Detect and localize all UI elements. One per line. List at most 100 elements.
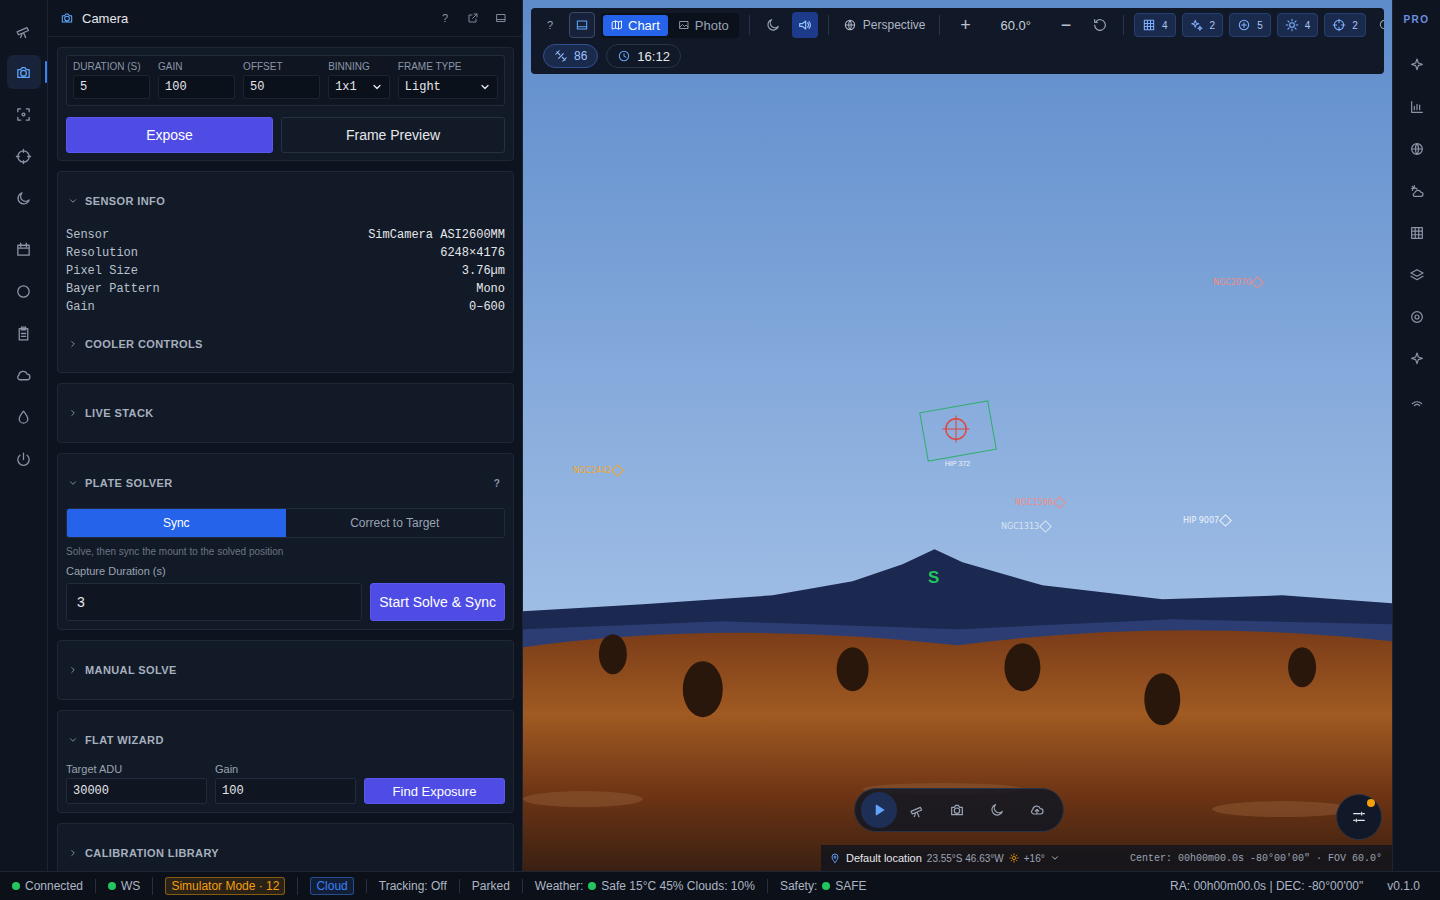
rail-button[interactable]: [7, 274, 41, 308]
clock-icon: [617, 49, 631, 63]
start-solve-button[interactable]: Start Solve & Sync: [370, 583, 505, 621]
text-field[interactable]: 100: [158, 75, 235, 99]
reset-icon: [1092, 17, 1108, 33]
expose-button[interactable]: Expose: [66, 117, 273, 153]
manual-solve-card: MANUAL SOLVE: [57, 640, 514, 700]
rail-button[interactable]: [1400, 132, 1434, 166]
reset-view-button[interactable]: [1087, 12, 1113, 38]
select-field[interactable]: 1x1: [328, 75, 390, 99]
solve-mode-option[interactable]: Correct to Target: [286, 509, 505, 537]
sensor-info-row: Gain0–600: [66, 298, 505, 316]
map-icon: [611, 19, 623, 31]
left-rail: [0, 0, 48, 871]
frame-preview-button[interactable]: Frame Preview: [281, 117, 505, 153]
telescope-reticle: HIP 372: [921, 402, 997, 472]
section-header[interactable]: COOLER CONTROLS: [66, 316, 505, 372]
rail-button[interactable]: [1400, 216, 1434, 250]
rail-button[interactable]: [1400, 174, 1434, 208]
control-button[interactable]: [977, 792, 1017, 828]
chart-icon: [1409, 99, 1425, 115]
section-header[interactable]: PLATE SOLVER?: [66, 454, 505, 512]
zoom-in-button[interactable]: +: [950, 12, 980, 38]
overlay-chip[interactable]: 2: [1182, 13, 1224, 37]
rail-button[interactable]: [1400, 300, 1434, 334]
help-button[interactable]: ?: [489, 478, 505, 489]
overlay-chip[interactable]: 2: [1324, 13, 1366, 37]
moon-icon: [15, 190, 32, 207]
rail-button[interactable]: [7, 358, 41, 392]
sound-toggle[interactable]: [792, 12, 818, 38]
help-button[interactable]: ?: [436, 9, 454, 27]
search-icon: [1378, 18, 1384, 32]
section-header[interactable]: LIVE STACK: [66, 384, 505, 442]
panel-icon: [575, 18, 589, 32]
section-header[interactable]: SENSOR INFO: [66, 172, 505, 230]
text-field[interactable]: 30000: [66, 778, 207, 804]
globe-icon: [1409, 141, 1425, 157]
sky-object-marker[interactable]: NGC1566: [1015, 498, 1064, 507]
find-exposure-button[interactable]: Find Exposure: [364, 778, 505, 804]
control-button[interactable]: [897, 792, 937, 828]
rail-button[interactable]: [7, 97, 41, 131]
sensor-card: SENSOR INFOSensorSimCamera ASI2600MMReso…: [57, 171, 514, 373]
text-field[interactable]: 5: [73, 75, 150, 99]
dock-button[interactable]: [492, 9, 510, 27]
satellite-icon: [554, 49, 568, 63]
view-mode-option[interactable]: Chart: [603, 15, 668, 36]
text-field[interactable]: 50: [243, 75, 320, 99]
rail-button[interactable]: [7, 139, 41, 173]
night-mode-toggle[interactable]: [760, 12, 786, 38]
rail-button[interactable]: [7, 316, 41, 350]
sensor-info-row: SensorSimCamera ASI2600MM: [66, 226, 505, 244]
sky-object-marker[interactable]: NGC2070: [1213, 278, 1262, 287]
rail-button[interactable]: [7, 400, 41, 434]
section-header[interactable]: CALIBRATION LIBRARY: [66, 824, 505, 871]
section-header[interactable]: FLAT WIZARD: [66, 711, 505, 769]
signal-icon: [1409, 393, 1425, 409]
rail-button[interactable]: [1400, 258, 1434, 292]
exposure-field: DURATION (S)5: [73, 61, 150, 99]
rail-button[interactable]: [1400, 90, 1434, 124]
object-count-pill[interactable]: 86: [543, 44, 598, 68]
solve-mode-option[interactable]: Sync: [67, 509, 286, 537]
text-field[interactable]: 100: [215, 778, 356, 804]
popout-button[interactable]: [464, 9, 482, 27]
section-header[interactable]: MANUAL SOLVE: [66, 641, 505, 699]
rail-button[interactable]: [7, 181, 41, 215]
overlay-chip[interactable]: 5: [1229, 13, 1271, 37]
rail-button[interactable]: [7, 232, 41, 266]
rail-button[interactable]: [7, 442, 41, 476]
status-item: Weather:Safe 15°C 45% Clouds: 10%: [522, 879, 767, 893]
rail-button[interactable]: [1400, 384, 1434, 418]
settings-button[interactable]: [1336, 794, 1382, 840]
exposure-fields: DURATION (S)5GAIN100OFFSET50BINNING1x1FR…: [66, 55, 505, 106]
control-button[interactable]: [937, 792, 977, 828]
rail-button[interactable]: [1400, 48, 1434, 82]
capture-duration-input[interactable]: 3: [66, 583, 362, 621]
control-button[interactable]: [861, 792, 897, 828]
help-button[interactable]: ?: [537, 12, 563, 38]
overlay-chip[interactable]: 4: [1277, 13, 1319, 37]
search-button[interactable]: [1372, 12, 1384, 38]
sidebar-toggle[interactable]: [569, 12, 595, 38]
sky-object-marker[interactable]: HIP 9007: [1183, 516, 1230, 525]
control-button[interactable]: [1017, 792, 1057, 828]
select-field[interactable]: Light: [398, 75, 498, 99]
overlay-chip[interactable]: 4: [1134, 13, 1176, 37]
chart-toolbar: ?ChartPhotoPerspective+60.0°−425428616:1…: [531, 8, 1384, 74]
projection-button[interactable]: Perspective: [839, 18, 930, 32]
rail-button[interactable]: [1400, 342, 1434, 376]
sky-object-marker[interactable]: NGC2442: [573, 466, 622, 475]
status-item: Safety:SAFE: [767, 879, 879, 893]
sky-chart[interactable]: NGC2070 NGC2442 NGC1566 NGC1313 HIP 9007 HIP …: [523, 0, 1392, 871]
play-icon: [871, 802, 887, 818]
zoom-out-button[interactable]: −: [1051, 12, 1081, 38]
field-label: BINNING: [328, 61, 390, 72]
view-mode-option[interactable]: Photo: [670, 15, 737, 36]
rail-button[interactable]: [7, 55, 41, 89]
chevron-down-icon: [1050, 853, 1060, 863]
sky-object-marker[interactable]: NGC1313: [1001, 522, 1050, 531]
time-pill[interactable]: 16:12: [606, 44, 681, 68]
location-selector[interactable]: Default location23.55°S 46.63°W+16°: [829, 852, 1060, 864]
rail-button[interactable]: [7, 13, 41, 47]
